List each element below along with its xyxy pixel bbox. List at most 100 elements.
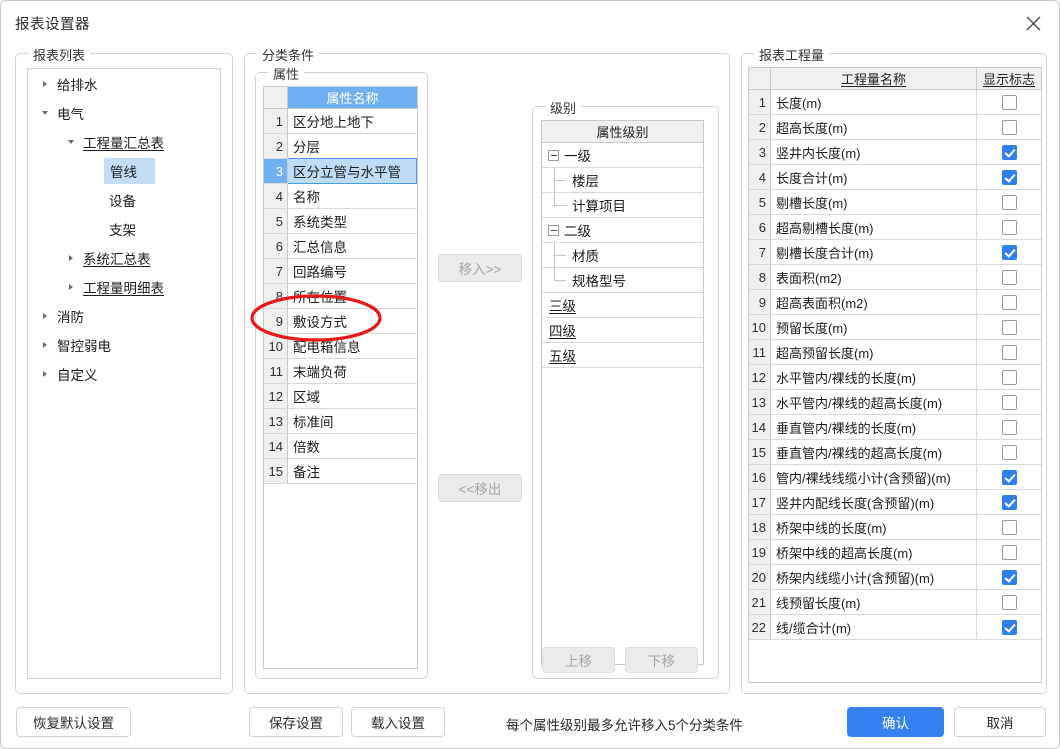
chevron-right-icon[interactable] bbox=[64, 283, 78, 290]
display-flag-checkbox[interactable] bbox=[1001, 569, 1017, 585]
level-row[interactable]: 楼层 bbox=[542, 168, 703, 193]
attribute-row[interactable]: 12 区域 bbox=[264, 384, 417, 409]
quantity-row[interactable]: 14 垂直管内/裸线的长度(m) bbox=[749, 415, 1041, 440]
level-row[interactable]: 一级 bbox=[542, 143, 703, 168]
quantity-row[interactable]: 22 线/缆合计(m) bbox=[749, 615, 1041, 640]
display-flag-checkbox[interactable] bbox=[1001, 369, 1017, 385]
level-row[interactable]: 四级 bbox=[542, 318, 703, 343]
quantity-row[interactable]: 4 长度合计(m) bbox=[749, 165, 1041, 190]
attribute-row[interactable]: 15 备注 bbox=[264, 459, 417, 484]
display-flag-checkbox[interactable] bbox=[1001, 494, 1017, 510]
display-flag-checkbox[interactable] bbox=[1001, 119, 1017, 135]
quantity-row[interactable]: 16 管内/裸线线缆小计(含预留)(m) bbox=[749, 465, 1041, 490]
move-in-button[interactable]: 移入>> bbox=[438, 254, 522, 282]
save-settings-button[interactable]: 保存设置 bbox=[249, 707, 343, 737]
display-flag-checkbox[interactable] bbox=[1001, 594, 1017, 610]
display-flag-checkbox[interactable] bbox=[1001, 394, 1017, 410]
display-flag-checkbox[interactable] bbox=[1001, 469, 1017, 485]
display-flag-checkbox[interactable] bbox=[1001, 269, 1017, 285]
quantity-row[interactable]: 13 水平管内/裸线的超高长度(m) bbox=[749, 390, 1041, 415]
display-flag-checkbox[interactable] bbox=[1001, 219, 1017, 235]
quantity-row[interactable]: 15 垂直管内/裸线的超高长度(m) bbox=[749, 440, 1041, 465]
chevron-right-icon[interactable] bbox=[38, 341, 52, 348]
report-tree-item[interactable]: 工程量明细表 bbox=[28, 272, 220, 301]
quantity-row[interactable]: 1 长度(m) bbox=[749, 90, 1041, 115]
display-flag-checkbox[interactable] bbox=[1001, 169, 1017, 185]
move-up-button[interactable]: 上移 bbox=[542, 647, 615, 673]
report-tree-item[interactable]: 智控弱电 bbox=[28, 330, 220, 359]
display-flag-checkbox[interactable] bbox=[1001, 444, 1017, 460]
attribute-row[interactable]: 7 回路编号 bbox=[264, 259, 417, 284]
cancel-button[interactable]: 取消 bbox=[954, 707, 1046, 737]
level-row[interactable]: 五级 bbox=[542, 343, 703, 368]
display-flag-checkbox[interactable] bbox=[1001, 544, 1017, 560]
report-tree-item[interactable]: 电气 bbox=[28, 98, 220, 127]
quantity-row[interactable]: 11 超高预留长度(m) bbox=[749, 340, 1041, 365]
report-tree-item[interactable]: 消防 bbox=[28, 301, 220, 330]
report-tree-item[interactable]: 系统汇总表 bbox=[28, 243, 220, 272]
quantity-row[interactable]: 6 超高剔槽长度(m) bbox=[749, 215, 1041, 240]
chevron-right-icon[interactable] bbox=[38, 370, 52, 377]
quantity-row[interactable]: 7 剔槽长度合计(m) bbox=[749, 240, 1041, 265]
display-flag-checkbox[interactable] bbox=[1001, 294, 1017, 310]
level-row[interactable]: 二级 bbox=[542, 218, 703, 243]
chevron-down-icon[interactable] bbox=[38, 110, 52, 115]
level-row[interactable]: 三级 bbox=[542, 293, 703, 318]
attribute-row[interactable]: 2 分层 bbox=[264, 134, 417, 159]
close-icon[interactable] bbox=[1019, 9, 1047, 37]
move-down-button[interactable]: 下移 bbox=[625, 647, 698, 673]
display-flag-checkbox[interactable] bbox=[1001, 94, 1017, 110]
collapse-minus-icon[interactable] bbox=[548, 224, 559, 236]
report-tree[interactable]: 给排水 电气 工程量汇总表 管线 设备 支架 系统汇总表 工程量明细表 消防 智控弱电 自定义 bbox=[27, 68, 221, 679]
quantity-row[interactable]: 19 桥架中线的超高长度(m) bbox=[749, 540, 1041, 565]
report-tree-item[interactable]: 支架 bbox=[28, 214, 220, 243]
level-row[interactable]: 计算项目 bbox=[542, 193, 703, 218]
quantity-row[interactable]: 21 线预留长度(m) bbox=[749, 590, 1041, 615]
level-row[interactable]: 规格型号 bbox=[542, 268, 703, 293]
quantity-grid[interactable]: 工程量名称 显示标志 1 长度(m) 2 超高长度(m) 3 竖井内长度(m) 4 长度合计(… bbox=[748, 67, 1042, 683]
report-tree-item[interactable]: 工程量汇总表 bbox=[28, 127, 220, 156]
move-out-button[interactable]: <<移出 bbox=[438, 474, 522, 502]
chevron-down-icon[interactable] bbox=[64, 139, 78, 144]
report-tree-item[interactable]: 管线 bbox=[28, 156, 220, 185]
display-flag-checkbox[interactable] bbox=[1001, 319, 1017, 335]
display-flag-checkbox[interactable] bbox=[1001, 519, 1017, 535]
display-flag-checkbox[interactable] bbox=[1001, 144, 1017, 160]
quantity-row[interactable]: 2 超高长度(m) bbox=[749, 115, 1041, 140]
attribute-row[interactable]: 10 配电箱信息 bbox=[264, 334, 417, 359]
confirm-button[interactable]: 确认 bbox=[847, 707, 944, 737]
attribute-row[interactable]: 1 区分地上地下 bbox=[264, 109, 417, 134]
collapse-minus-icon[interactable] bbox=[548, 149, 559, 161]
quantity-row[interactable]: 5 剔槽长度(m) bbox=[749, 190, 1041, 215]
chevron-right-icon[interactable] bbox=[64, 254, 78, 261]
quantity-row[interactable]: 9 超高表面积(m2) bbox=[749, 290, 1041, 315]
load-settings-button[interactable]: 载入设置 bbox=[351, 707, 445, 737]
level-grid[interactable]: 属性级别 一级 楼层 计算项目 二级 材质 规格型号 三级 四级 五级 bbox=[541, 120, 704, 665]
quantity-row[interactable]: 20 桥架内线缆小计(含预留)(m) bbox=[749, 565, 1041, 590]
report-tree-item[interactable]: 设备 bbox=[28, 185, 220, 214]
display-flag-checkbox[interactable] bbox=[1001, 194, 1017, 210]
attribute-row[interactable]: 13 标准间 bbox=[264, 409, 417, 434]
attribute-row[interactable]: 11 末端负荷 bbox=[264, 359, 417, 384]
attribute-row[interactable]: 4 名称 bbox=[264, 184, 417, 209]
report-tree-item[interactable]: 自定义 bbox=[28, 359, 220, 388]
attribute-grid[interactable]: 属性名称 1 区分地上地下 2 分层 3 区分立管与水平管 4 名称 5 系统类型 6 汇总信息 7 回路… bbox=[263, 86, 418, 669]
display-flag-checkbox[interactable] bbox=[1001, 619, 1017, 635]
display-flag-checkbox[interactable] bbox=[1001, 419, 1017, 435]
chevron-right-icon[interactable] bbox=[38, 312, 52, 319]
display-flag-checkbox[interactable] bbox=[1001, 244, 1017, 260]
attribute-row[interactable]: 14 倍数 bbox=[264, 434, 417, 459]
attribute-row[interactable]: 5 系统类型 bbox=[264, 209, 417, 234]
chevron-right-icon[interactable] bbox=[38, 80, 52, 87]
level-row[interactable]: 材质 bbox=[542, 243, 703, 268]
attribute-row[interactable]: 9 敷设方式 bbox=[264, 309, 417, 334]
attribute-row[interactable]: 8 所在位置 bbox=[264, 284, 417, 309]
restore-defaults-button[interactable]: 恢复默认设置 bbox=[16, 707, 131, 737]
quantity-row[interactable]: 18 桥架中线的长度(m) bbox=[749, 515, 1041, 540]
quantity-row[interactable]: 17 竖井内配线长度(含预留)(m) bbox=[749, 490, 1041, 515]
display-flag-checkbox[interactable] bbox=[1001, 344, 1017, 360]
attribute-row[interactable]: 3 区分立管与水平管 bbox=[264, 158, 417, 184]
quantity-row[interactable]: 10 预留长度(m) bbox=[749, 315, 1041, 340]
quantity-row[interactable]: 3 竖井内长度(m) bbox=[749, 140, 1041, 165]
report-tree-item[interactable]: 给排水 bbox=[28, 69, 220, 98]
